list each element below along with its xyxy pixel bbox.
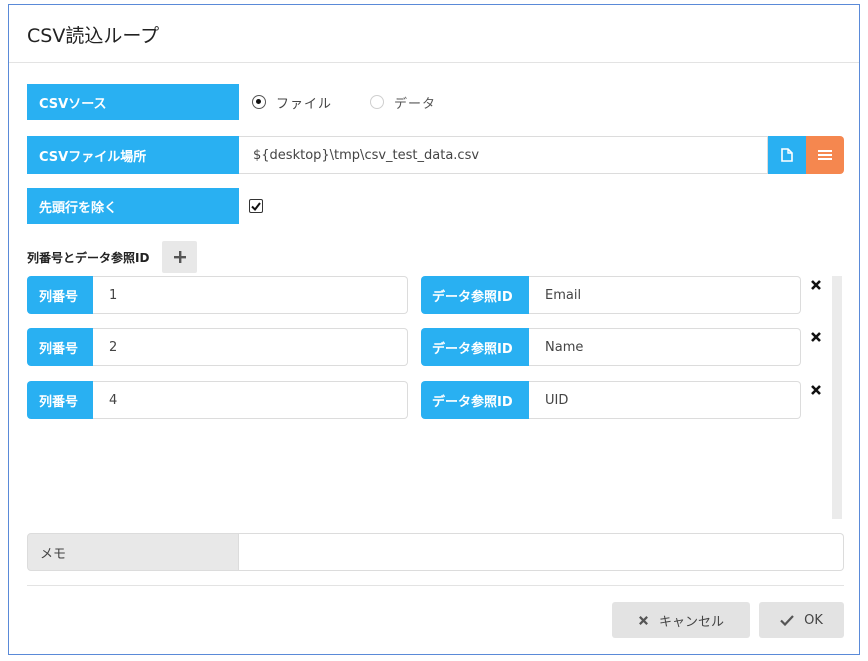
ok-button[interactable]: OK [759,602,844,638]
column-number-label: 列番号 [27,381,93,419]
memo-label: メモ [27,533,239,571]
check-icon [780,614,794,626]
csv-file-row: CSVファイル場所 ${desktop}\tmp\csv_test_data.c… [27,136,844,174]
cancel-button[interactable]: キャンセル [612,602,750,638]
csv-file-path-input[interactable]: ${desktop}\tmp\csv_test_data.csv [239,136,768,174]
radio-data[interactable]: データ [370,93,436,112]
skip-header-label: 先頭行を除く [27,188,239,224]
remove-row-icon[interactable] [809,383,823,397]
list-icon [818,150,832,160]
checkmark-icon [251,201,261,211]
data-ref-id-input[interactable]: UID [529,381,801,419]
remove-row-icon[interactable] [809,278,823,292]
data-ref-id-input[interactable]: Name [529,328,801,366]
mapping-section-label: 列番号とデータ参照ID [27,251,150,265]
file-icon [781,148,793,162]
remove-row-icon[interactable] [809,330,823,344]
browse-file-button[interactable] [768,136,806,174]
csv-file-label: CSVファイル場所 [27,136,239,174]
cancel-label: キャンセル [658,614,724,630]
memo-input[interactable] [239,533,844,571]
data-ref-id-label: データ参照ID [421,276,529,314]
close-icon [638,615,649,626]
radio-data-label: データ [394,96,437,112]
data-ref-id-input[interactable]: Email [529,276,801,314]
mapping-list: 列番号 1 データ参照ID Email 列番号 2 データ参照ID Name 列… [27,276,837,522]
mapping-row: 列番号 4 データ参照ID UID [27,381,821,419]
column-number-input[interactable]: 1 [93,276,408,314]
mapping-scrollbar[interactable] [832,276,842,519]
radio-data-indicator[interactable] [370,95,385,109]
skip-header-checkbox[interactable] [249,199,263,213]
footer-divider [27,585,844,586]
csv-loop-dialog: CSV読込ループ CSVソース ファイル データ CSVファイル場所 ${des… [8,4,860,655]
ok-label: OK [804,612,823,628]
csv-source-row: CSVソース ファイル データ [27,84,844,120]
column-number-input[interactable]: 4 [93,381,408,419]
column-number-label: 列番号 [27,328,93,366]
memo-row: メモ [27,533,844,571]
radio-file-label: ファイル [276,96,333,112]
csv-source-radio-group: ファイル データ [252,84,474,120]
data-ref-id-label: データ参照ID [421,381,529,419]
radio-file[interactable]: ファイル [252,93,332,112]
csv-source-label: CSVソース [27,84,239,120]
column-number-input[interactable]: 2 [93,328,408,366]
radio-file-indicator[interactable] [252,95,266,109]
plus-icon [173,251,186,263]
dialog-title: CSV読込ループ [27,25,160,47]
add-mapping-button[interactable] [162,241,197,273]
skip-header-row: 先頭行を除く [27,188,844,224]
dialog-header: CSV読込ループ [9,5,859,63]
select-list-button[interactable] [806,136,844,174]
data-ref-id-label: データ参照ID [421,328,529,366]
mapping-row: 列番号 1 データ参照ID Email [27,276,821,314]
mapping-row: 列番号 2 データ参照ID Name [27,328,821,366]
column-number-label: 列番号 [27,276,93,314]
